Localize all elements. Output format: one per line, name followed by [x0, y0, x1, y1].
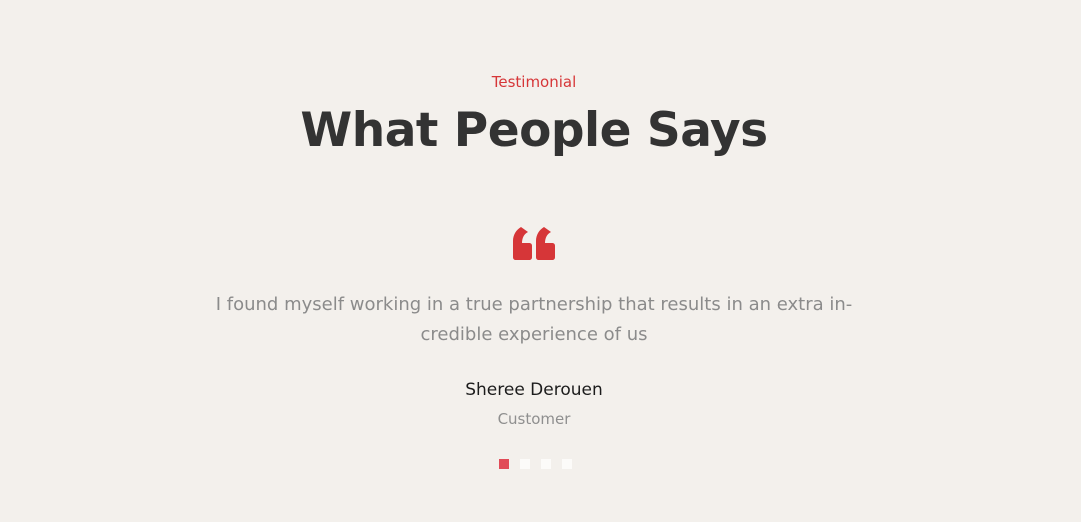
testimonial-author: Sheree Derouen: [465, 380, 603, 400]
carousel-dot-2[interactable]: [520, 459, 530, 469]
testimonial-role: Customer: [497, 410, 571, 428]
carousel-pagination: [499, 459, 572, 469]
section-eyebrow: Testimonial: [491, 73, 577, 91]
carousel-dot-1[interactable]: [499, 459, 509, 469]
testimonial-section: Testimonial What People Says I found mys…: [0, 0, 1081, 522]
carousel-dot-4[interactable]: [562, 459, 572, 469]
quote-left-icon: [513, 227, 555, 260]
testimonial-text: I found myself working in a true partner…: [215, 294, 853, 345]
carousel-dot-3[interactable]: [541, 459, 551, 469]
section-title: What People Says: [300, 103, 768, 158]
